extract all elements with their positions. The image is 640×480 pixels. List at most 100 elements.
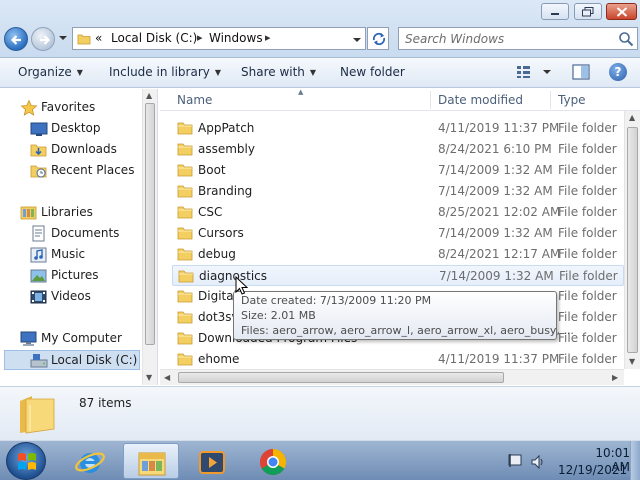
file-date-modified: 4/11/2019 11:37 PM	[438, 121, 560, 135]
column-name[interactable]: Name	[177, 93, 212, 107]
organize-menu[interactable]: Organize ▼	[18, 65, 83, 79]
help-button[interactable]: ?	[609, 63, 627, 81]
file-row[interactable]: assembly 8/24/2021 6:10 PM File folder	[172, 139, 624, 160]
scroll-up-icon[interactable]: ▲	[629, 113, 635, 122]
recent-pages-dropdown-icon[interactable]	[58, 34, 68, 42]
file-row[interactable]: Branding 7/14/2009 1:32 AM File folder	[172, 181, 624, 202]
column-divider[interactable]	[550, 91, 551, 109]
tooltip-files: Files: aero_arrow, aero_arrow_l, aero_ar…	[241, 324, 574, 337]
nav-local-disk[interactable]: Local Disk (C:)	[4, 350, 140, 370]
file-name: Cursors	[198, 226, 244, 240]
folder-icon	[177, 185, 193, 198]
file-name: Boot	[198, 163, 226, 177]
file-row[interactable]: CSC 8/25/2021 12:02 AM File folder	[172, 202, 624, 223]
share-with-menu[interactable]: Share with ▼	[241, 65, 316, 79]
show-desktop-button[interactable]	[630, 441, 640, 480]
nav-recent-places[interactable]: Recent Places	[30, 162, 140, 180]
scroll-left-icon[interactable]: ◀	[164, 373, 170, 382]
nav-desktop-label: Desktop	[51, 121, 101, 135]
action-center-flag-icon[interactable]	[507, 453, 525, 469]
breadcrumb-local-disk[interactable]: Local Disk (C:)	[111, 31, 197, 45]
maximize-button[interactable]	[574, 3, 602, 20]
file-date-modified: 7/14/2009 1:32 AM	[438, 226, 553, 240]
nav-my-computer[interactable]: My Computer	[20, 330, 130, 348]
desktop-icon	[30, 122, 48, 136]
file-date-modified: 7/14/2009 1:32 AM	[439, 269, 554, 283]
taskbar-chrome[interactable]	[245, 443, 301, 479]
new-folder-button[interactable]: New folder	[340, 65, 405, 79]
search-icon[interactable]	[618, 31, 634, 47]
music-icon	[30, 247, 47, 263]
column-date-modified[interactable]: Date modified	[438, 93, 523, 107]
address-dropdown-icon[interactable]	[352, 36, 362, 44]
column-divider[interactable]	[430, 91, 431, 109]
nav-pictures[interactable]: Pictures	[30, 267, 130, 285]
column-type[interactable]: Type	[558, 93, 586, 107]
nav-favorites[interactable]: Favorites	[20, 99, 120, 117]
scrollbar-thumb[interactable]	[145, 103, 155, 345]
nav-local-disk-label: Local Disk (C:)	[51, 353, 138, 367]
star-icon	[20, 99, 38, 116]
folder-icon	[177, 248, 193, 261]
downloads-folder-icon	[30, 144, 47, 157]
folder-icon	[177, 143, 193, 156]
taskbar-media-player[interactable]	[184, 443, 240, 479]
file-date-modified: 8/24/2021 12:17 AM	[438, 247, 561, 261]
clock-date[interactable]: 12/19/2021	[558, 463, 627, 477]
taskbar-internet-explorer[interactable]	[62, 443, 118, 479]
forward-button[interactable]	[31, 27, 55, 51]
breadcrumb-overflow[interactable]: «	[95, 31, 102, 45]
breadcrumb-separator[interactable]: ▸	[197, 31, 203, 44]
refresh-button[interactable]	[367, 27, 389, 50]
include-in-library-menu[interactable]: Include in library ▼	[109, 65, 221, 79]
vertical-scrollbar[interactable]: ▲ ▼	[624, 111, 640, 369]
chevron-down-icon: ▼	[214, 68, 222, 77]
start-button[interactable]	[6, 442, 46, 480]
nav-downloads[interactable]: Downloads	[30, 141, 130, 159]
nav-downloads-label: Downloads	[51, 142, 117, 156]
scroll-up-icon[interactable]: ▲	[146, 91, 152, 100]
nav-pictures-label: Pictures	[51, 268, 99, 282]
nav-desktop[interactable]: Desktop	[30, 120, 130, 138]
file-row[interactable]: Boot 7/14/2009 1:32 AM File folder	[172, 160, 624, 181]
file-row[interactable]: Cursors 7/14/2009 1:32 AM File folder	[172, 223, 624, 244]
search-input[interactable]	[405, 31, 605, 47]
folder-icon	[177, 122, 193, 135]
file-type: File folder	[558, 247, 617, 261]
file-row[interactable]: debug 8/24/2021 12:17 AM File folder	[172, 244, 624, 265]
folder-icon	[177, 353, 193, 366]
scroll-down-icon[interactable]: ▼	[629, 357, 635, 366]
nav-libraries[interactable]: Libraries	[20, 204, 120, 222]
horizontal-scrollbar[interactable]: ◀ ▶	[160, 369, 624, 385]
search-box[interactable]	[398, 27, 638, 50]
preview-pane-button[interactable]	[572, 64, 590, 83]
share-with-label: Share with	[241, 65, 305, 79]
taskbar-windows-explorer[interactable]	[123, 443, 179, 479]
minimize-button[interactable]	[541, 3, 569, 20]
change-view-button[interactable]	[516, 65, 554, 82]
volume-icon[interactable]	[530, 454, 546, 470]
file-row[interactable]: ehome 4/11/2019 11:37 PM File folder	[172, 349, 624, 370]
nav-documents[interactable]: Documents	[30, 225, 130, 243]
scroll-right-icon[interactable]: ▶	[612, 373, 618, 382]
back-button[interactable]	[4, 27, 28, 51]
scrollbar-thumb[interactable]	[627, 127, 638, 353]
windows-logo-icon	[18, 453, 36, 470]
file-date-modified: 4/11/2019 11:37 PM	[438, 352, 560, 366]
breadcrumb-windows[interactable]: Windows	[209, 31, 263, 45]
file-name: ehome	[198, 352, 240, 366]
scrollbar-thumb[interactable]	[178, 372, 504, 383]
scroll-down-icon[interactable]: ▼	[146, 373, 152, 382]
nav-videos[interactable]: Videos	[30, 288, 130, 306]
details-pane: 87 items	[0, 386, 640, 440]
nav-music[interactable]: Music	[30, 246, 130, 264]
navigation-scrollbar[interactable]: ▲ ▼	[142, 89, 157, 385]
file-row[interactable]: AppPatch 4/11/2019 11:37 PM File folder	[172, 118, 624, 139]
address-bar[interactable]: « Local Disk (C:) ▸ Windows ▸	[72, 27, 366, 50]
file-type: File folder	[558, 289, 617, 303]
close-icon	[616, 6, 627, 17]
chevron-down-icon: ▼	[76, 68, 83, 77]
close-button[interactable]	[606, 3, 637, 20]
column-header: ▲ Name Date modified Type	[160, 89, 640, 111]
breadcrumb-separator[interactable]: ▸	[265, 31, 271, 44]
